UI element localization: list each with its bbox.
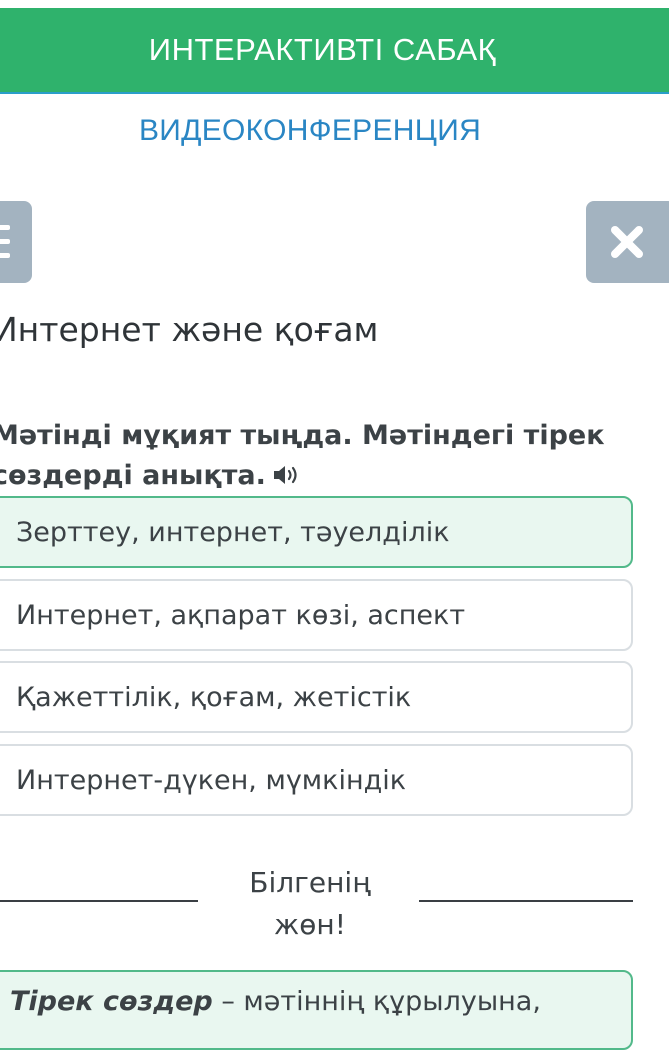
answer-option[interactable]: Интернет-дүкен, мүмкіндік — [0, 744, 633, 816]
videoconference-link[interactable]: ВИДЕОКОНФЕРЕНЦИЯ — [0, 114, 620, 148]
answer-option[interactable]: Қажеттілік, қоғам, жетістік — [0, 661, 633, 733]
answer-option-label: Интернет, ақпарат көзі, аспект — [16, 599, 466, 631]
banner-divider — [0, 92, 669, 94]
explanation-term: Тірек сөздер — [10, 986, 213, 1017]
feedback-divider-right — [419, 900, 633, 902]
answer-option-label: Қажеттілік, қоғам, жетістік — [16, 681, 412, 713]
feedback-message: Білгенің жөн! — [210, 862, 410, 946]
explanation-text: – мәтіннің құрылуына, — [212, 986, 541, 1017]
question-prompt: Мәтінді мұқият тыңда. Мәтіндегі тірек сө… — [0, 416, 632, 500]
speaker-icon[interactable] — [272, 460, 302, 500]
menu-button[interactable] — [0, 201, 32, 283]
feedback-line-2: жөн! — [274, 908, 346, 941]
lesson-banner: ИНТЕРАКТИВТІ САБАҚ — [0, 8, 669, 92]
close-icon — [611, 226, 643, 258]
banner-title: ИНТЕРАКТИВТІ САБАҚ — [148, 32, 497, 67]
question-text: Мәтінді мұқият тыңда. Мәтіндегі тірек сө… — [0, 420, 605, 491]
answer-option[interactable]: Интернет, ақпарат көзі, аспект — [0, 579, 633, 651]
explanation-box: Тірек сөздер – мәтіннің құрылуына, — [0, 970, 633, 1050]
answer-option[interactable]: Зерттеу, интернет, тәуелділік — [0, 496, 633, 568]
feedback-line-1: Білгенің — [249, 866, 371, 899]
lesson-title: Интернет және қоғам — [0, 310, 379, 349]
answer-option-label: Интернет-дүкен, мүмкіндік — [16, 764, 407, 796]
feedback-divider-left — [0, 900, 198, 902]
close-button[interactable] — [586, 201, 669, 283]
answer-option-label: Зерттеу, интернет, тәуелділік — [16, 516, 450, 548]
